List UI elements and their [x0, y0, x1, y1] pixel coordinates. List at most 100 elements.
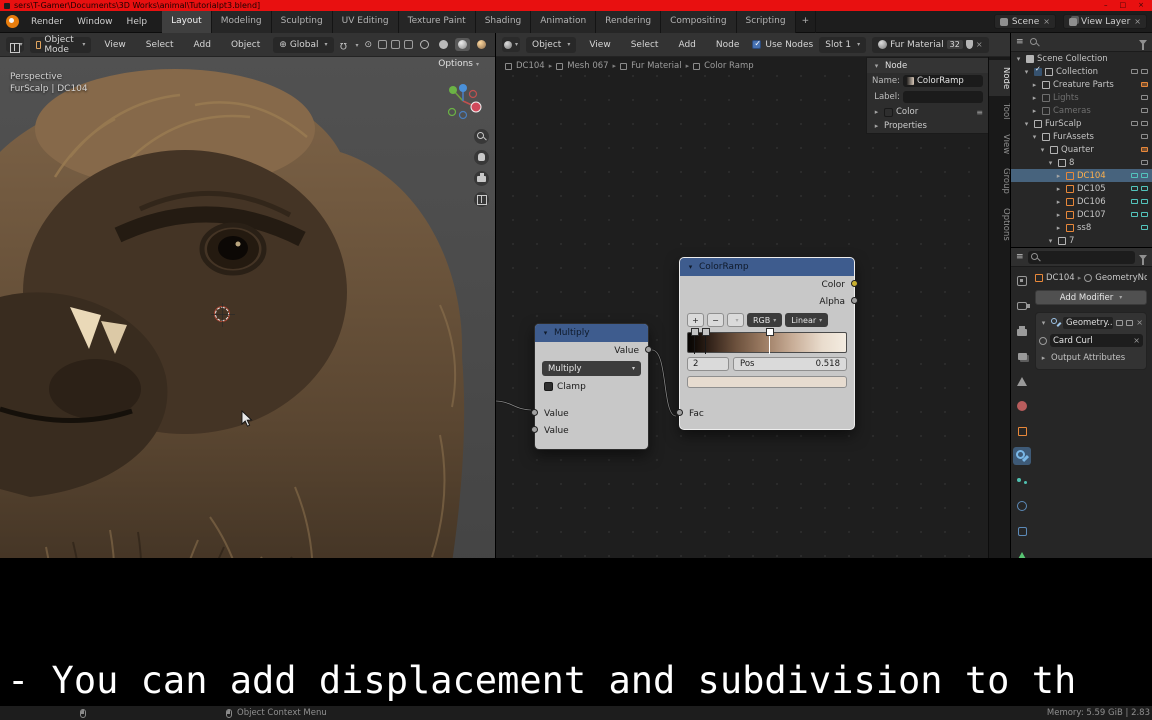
tab-scene-properties[interactable]: [1013, 372, 1031, 390]
menu-render[interactable]: Render: [24, 17, 70, 27]
hide-render-icon[interactable]: [1141, 69, 1148, 74]
outliner-row-dc106[interactable]: DC106: [1011, 195, 1152, 208]
scene-unlink-icon[interactable]: ×: [1043, 17, 1050, 26]
overlays-toggle-icon[interactable]: [391, 40, 400, 49]
snap-settings-dropdown[interactable]: [352, 40, 358, 50]
tab-tool-properties[interactable]: [1013, 272, 1031, 290]
remove-stop-button[interactable]: −: [707, 313, 724, 327]
workspace-tab-sculpting[interactable]: Sculpting: [271, 10, 333, 33]
expand-icon[interactable]: [872, 108, 881, 116]
exclude-icon[interactable]: [1141, 147, 1148, 152]
sidebar-tab-view[interactable]: View: [989, 127, 1010, 161]
menu-help[interactable]: Help: [120, 17, 155, 27]
hide-render-icon[interactable]: [1141, 186, 1148, 191]
tab-physics-properties[interactable]: [1013, 497, 1031, 515]
node-menu-view[interactable]: View: [582, 40, 617, 50]
node-multiply[interactable]: Multiply Value Multiply Clamp Value: [531, 323, 652, 450]
modifier-panel-header[interactable]: Geometry... ×: [1039, 315, 1143, 330]
node-panel-header[interactable]: Node: [867, 58, 988, 73]
outliner-editor-icon[interactable]: ≡: [1016, 37, 1024, 47]
tab-view-layer-properties[interactable]: [1013, 347, 1031, 365]
minimize-button[interactable]: –: [1100, 0, 1112, 11]
outliner-row-dc107[interactable]: DC107: [1011, 208, 1152, 221]
sidebar-tab-tool[interactable]: Tool: [989, 96, 1010, 127]
workspace-tab-compositing[interactable]: Compositing: [661, 10, 737, 33]
outliner-row-8[interactable]: 8: [1011, 156, 1152, 169]
expand-icon[interactable]: [872, 122, 881, 130]
material-selector[interactable]: Fur Material 32 ×: [872, 36, 989, 53]
hide-render-icon[interactable]: [1141, 212, 1148, 217]
tab-world-properties[interactable]: [1013, 397, 1031, 415]
hide-viewport-icon[interactable]: [1141, 95, 1148, 100]
colorramp-gradient[interactable]: [687, 328, 847, 354]
outliner-row-lights[interactable]: Lights: [1011, 91, 1152, 104]
scene-selector[interactable]: Scene ×: [993, 14, 1056, 29]
properties-editor-icon[interactable]: ≡: [1016, 252, 1024, 262]
view-layer-remove-icon[interactable]: ×: [1134, 17, 1141, 26]
math-operation-select[interactable]: Multiply: [542, 361, 641, 376]
hide-render-icon[interactable]: [1141, 173, 1148, 178]
node-color-checkbox[interactable]: [884, 107, 893, 117]
sidebar-tab-node[interactable]: Node: [989, 60, 1010, 97]
unlink-node-group-icon[interactable]: ×: [1133, 336, 1140, 345]
tab-particle-properties[interactable]: [1013, 472, 1031, 490]
color-stop-selected[interactable]: [765, 328, 775, 354]
add-stop-button[interactable]: +: [687, 313, 704, 327]
hide-viewport-icon[interactable]: [1141, 160, 1148, 165]
display-viewport-toggle-icon[interactable]: [1116, 319, 1124, 326]
node-properties-row[interactable]: Properties: [867, 119, 988, 133]
search-icon[interactable]: [1029, 37, 1040, 48]
outliner-row-7[interactable]: 7: [1011, 234, 1152, 247]
filter-icon[interactable]: [1139, 39, 1147, 50]
colorramp-node-header[interactable]: ColorRamp: [680, 258, 854, 276]
viewport-menu-view[interactable]: View: [97, 40, 132, 50]
outliner-row-scene-collection[interactable]: Scene Collection: [1011, 52, 1152, 65]
value-output-socket[interactable]: [645, 346, 652, 353]
zoom-tool-icon[interactable]: [474, 129, 489, 144]
hide-render-icon[interactable]: [1141, 121, 1148, 126]
shading-solid-icon[interactable]: [439, 40, 448, 49]
stop-index-field[interactable]: 2: [687, 357, 729, 371]
shading-wireframe-icon[interactable]: [420, 40, 429, 49]
color-stop[interactable]: [701, 328, 710, 354]
viewport-menu-select[interactable]: Select: [139, 40, 181, 50]
hide-viewport-icon[interactable]: [1131, 121, 1138, 126]
properties-search-input[interactable]: [1027, 250, 1135, 264]
color-stop[interactable]: [690, 328, 699, 354]
hide-viewport-icon[interactable]: [1131, 173, 1138, 178]
navigation-gizmo[interactable]: [441, 79, 485, 123]
outliner-row-collection[interactable]: Collection: [1011, 65, 1152, 78]
color-mode-select[interactable]: RGB: [747, 313, 783, 327]
hide-viewport-icon[interactable]: [1141, 225, 1148, 230]
node-colorramp[interactable]: ColorRamp Color Alpha + − RGB Linear: [676, 257, 858, 430]
node-name-field[interactable]: ColorRamp: [903, 75, 983, 87]
hide-viewport-icon[interactable]: [1131, 186, 1138, 191]
modifier-name-field[interactable]: Geometry...: [1063, 316, 1114, 329]
sidebar-tab-options[interactable]: Options: [989, 201, 1010, 248]
collapse-icon[interactable]: [541, 329, 550, 337]
move-view-icon[interactable]: [474, 150, 489, 165]
node-menu-select[interactable]: Select: [624, 40, 666, 50]
tab-constraint-properties[interactable]: [1013, 522, 1031, 540]
camera-view-icon[interactable]: [474, 171, 489, 186]
exclude-icon[interactable]: [1141, 82, 1148, 87]
maximize-button[interactable]: □: [1116, 0, 1131, 11]
value-input-socket-2[interactable]: [531, 426, 538, 433]
use-nodes-checkbox[interactable]: Use Nodes: [752, 39, 813, 50]
outliner-row-quarter[interactable]: Quarter: [1011, 143, 1152, 156]
node-menu-add[interactable]: Add: [671, 40, 702, 50]
collection-checkbox[interactable]: [1034, 65, 1042, 76]
outliner-row-furassets[interactable]: FurAssets: [1011, 130, 1152, 143]
outliner[interactable]: ≡ Scene Collection Collection Creature P…: [1010, 33, 1152, 247]
xray-toggle-icon[interactable]: [404, 40, 413, 49]
value-input-socket-1[interactable]: [531, 409, 538, 416]
transform-orientation-select[interactable]: ⊕ Global: [273, 36, 334, 53]
hide-render-icon[interactable]: [1141, 199, 1148, 204]
add-modifier-button[interactable]: Add Modifier: [1035, 290, 1147, 305]
alpha-output-socket[interactable]: [851, 297, 858, 304]
workspace-tab-uv-editing[interactable]: UV Editing: [332, 10, 399, 33]
output-attributes-section[interactable]: Output Attributes: [1039, 351, 1143, 365]
remove-modifier-icon[interactable]: ×: [1136, 318, 1143, 327]
hide-viewport-icon[interactable]: [1131, 199, 1138, 204]
gizmos-toggle-icon[interactable]: [378, 40, 387, 49]
